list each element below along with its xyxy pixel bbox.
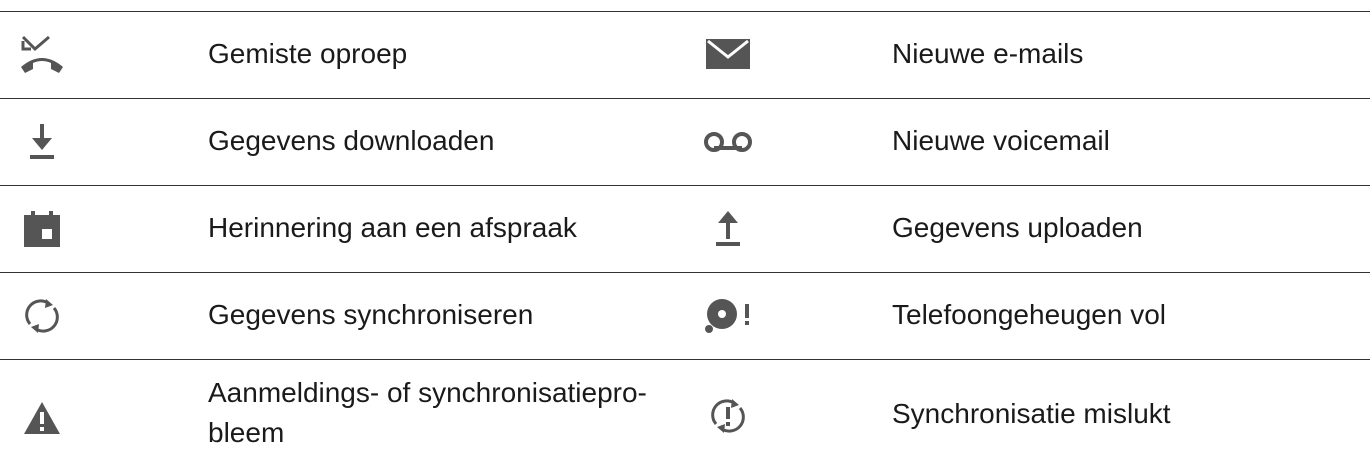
upload-icon [698,199,758,259]
row-label: Gegevens uploaden [892,212,1143,243]
notification-icons-table: Gemiste oproep Nieuwe e-mails Gegevens d… [0,0,1370,470]
warning-icon [12,388,72,448]
sync-icon [12,286,72,346]
calendar-icon [12,199,72,259]
row-label: Synchronisatie mislukt [892,398,1171,429]
row-label: Gemiste oproep [208,38,408,69]
row-label: Telefoongeheugen vol [892,299,1167,330]
download-icon [12,112,72,172]
row-label: Aanmeldings- of synchronisatiepro- bleem [208,377,647,448]
table-row: Herinnering aan een afspraak Gegevens up… [0,185,1370,272]
row-label: Herinnering aan een afspraak [208,212,577,243]
row-label: Gegevens synchroniseren [208,299,534,330]
email-icon [698,24,758,84]
table-row: Gemiste oproep Nieuwe e-mails [0,11,1370,98]
table-row: Aanmeldings- of synchronisatiepro- bleem… [0,359,1370,471]
missed-call-icon [12,25,72,85]
row-label: Gegevens downloaden [208,125,495,156]
row-label: Nieuwe voicemail [892,125,1110,156]
voicemail-icon [698,112,758,172]
storage-full-icon [698,286,758,346]
sync-failed-icon [698,386,758,446]
table-row: Gegevens downloaden Nieuwe voicemail [0,98,1370,185]
table-row: Gegevens synchroniseren Telefoongeheugen… [0,272,1370,359]
row-label: Nieuwe e-mails [892,38,1084,69]
